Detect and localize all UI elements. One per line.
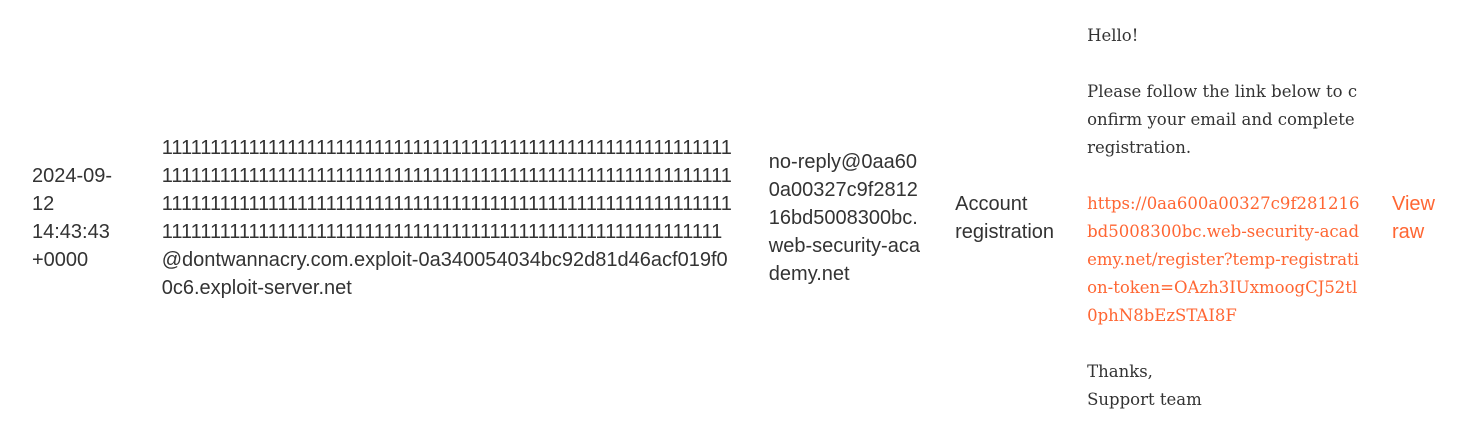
email-body-cell: Hello! Please follow the link below to c… [1071, 0, 1376, 436]
email-body-signature: Support team [1087, 390, 1202, 409]
email-from-address: no-reply@0aa600a00327c9f281216bd5008300b… [768, 151, 920, 285]
email-body-signoff: Thanks, [1087, 362, 1153, 381]
email-sent-cell: 2024-09-12 14:43:43 +0000 [16, 0, 146, 436]
email-sent-time: 14:43:43 [32, 221, 110, 243]
email-action-cell: View raw [1376, 0, 1464, 436]
email-to-cell: 1111111111111111111111111111111111111111… [146, 0, 753, 436]
email-from-cell: no-reply@0aa600a00327c9f281216bd5008300b… [753, 0, 939, 436]
email-body: Hello! Please follow the link below to c… [1087, 22, 1360, 414]
email-body-instruction: Please follow the link below to confirm … [1087, 82, 1360, 157]
view-raw-link[interactable]: View raw [1392, 190, 1448, 246]
email-body-greeting: Hello! [1087, 26, 1139, 45]
email-to-address: 1111111111111111111111111111111111111111… [161, 137, 732, 299]
registration-link[interactable]: https://0aa600a00327c9f281216bd5008300bc… [1087, 194, 1359, 325]
email-table: 2024-09-12 14:43:43 +0000 11111111111111… [16, 0, 1464, 436]
email-sent-date: 2024-09-12 [32, 165, 113, 215]
email-row: 2024-09-12 14:43:43 +0000 11111111111111… [16, 0, 1464, 436]
email-sent-offset: +0000 [32, 249, 89, 271]
email-subject: Account registration [955, 193, 1055, 243]
email-subject-cell: Account registration [939, 0, 1071, 436]
